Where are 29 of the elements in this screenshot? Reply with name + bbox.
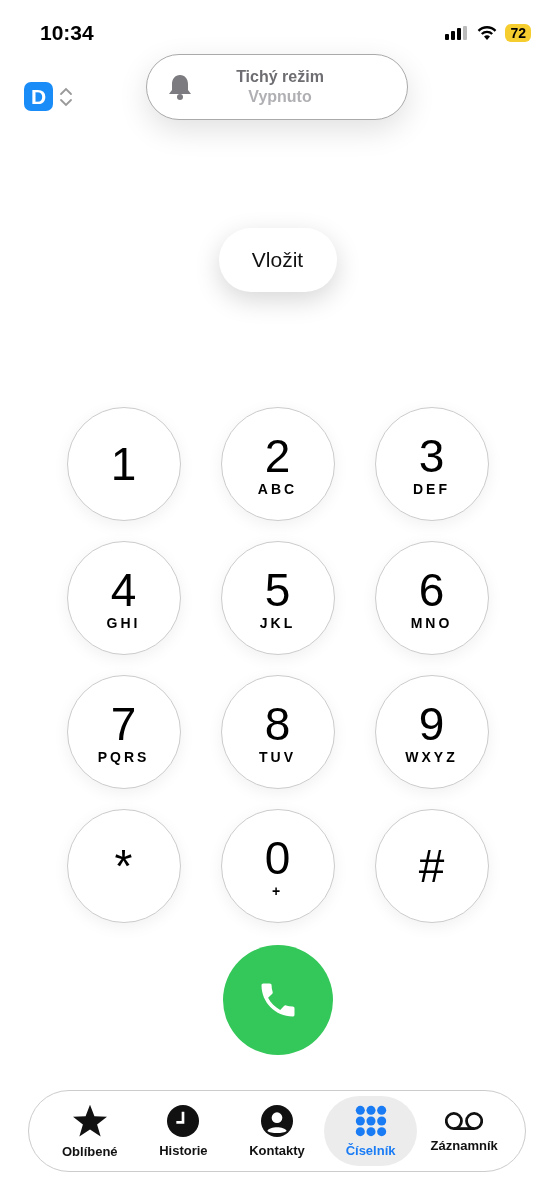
bell-icon [167,73,193,101]
tab[interactable]: Kontakty [230,1096,324,1166]
battery-level: 72 [505,24,531,42]
keypad-icon [354,1104,387,1137]
person-icon [261,1104,293,1137]
voicemail-icon [445,1109,484,1132]
keypad-key[interactable]: # [374,809,489,923]
keypad-key[interactable]: 9 WXYZ [374,675,489,789]
star-icon [71,1103,108,1138]
tab[interactable]: Záznamník [417,1096,511,1166]
keypad-key[interactable]: 4 GHI [66,541,181,655]
keypad-key[interactable]: 3 DEF [374,407,489,521]
signal-icon [445,26,470,40]
keypad-key[interactable]: 5 JKL [220,541,335,655]
banner-status: Vypnuto [248,88,312,106]
banner-title: Tichý režim [236,68,324,86]
paste-button[interactable]: Vložit [218,228,337,292]
keypad-key[interactable]: 0 + [220,809,335,923]
keypad-key[interactable]: 7 PQRS [66,675,181,789]
wifi-icon [477,25,498,41]
status-time: 10:34 [40,21,94,45]
tab[interactable]: Oblíbené [43,1096,137,1166]
tab[interactable]: Historie [136,1096,231,1166]
keypad-key[interactable]: 2 ABC [220,407,335,521]
clock-icon [167,1104,200,1137]
keypad-key[interactable]: * [66,809,181,923]
keypad-key[interactable]: 6 MNO [374,541,489,655]
keypad-key[interactable]: 1 [66,407,181,521]
keypad-key[interactable]: 8 TUV [220,675,335,789]
